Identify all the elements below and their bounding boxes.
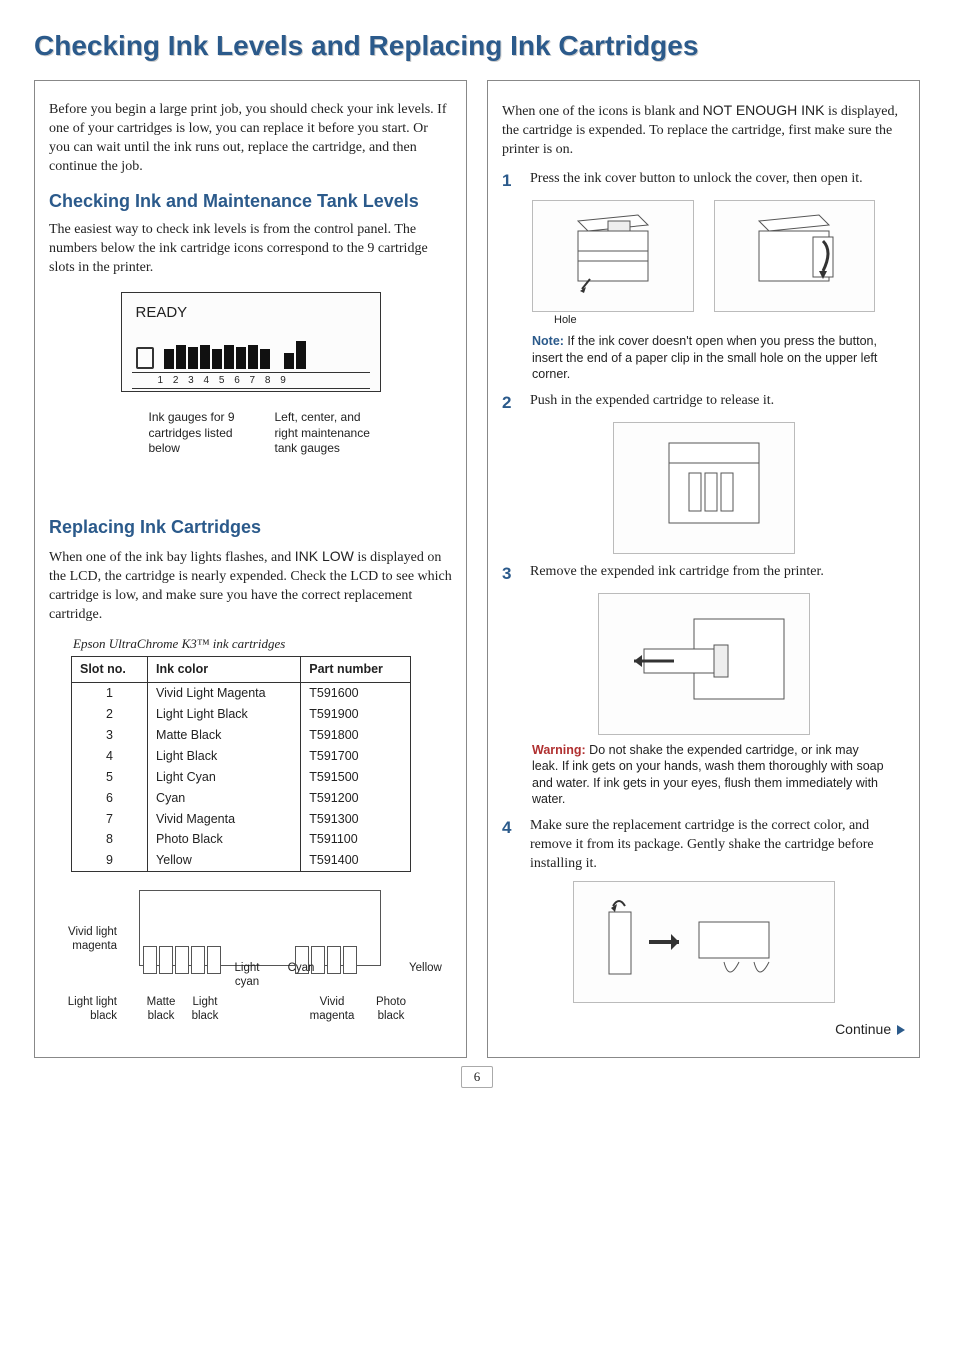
- label-c: Cyan: [281, 962, 321, 976]
- step-1-number: 1: [502, 170, 520, 193]
- label-y: Yellow: [409, 962, 453, 976]
- continue-link[interactable]: Continue: [502, 1020, 905, 1039]
- table-row: 5Light CyanT591500: [72, 767, 411, 788]
- lcd-caption-left: Ink gauges for 9 cartridges listed below: [149, 410, 255, 457]
- step-2-number: 2: [502, 392, 520, 415]
- step-1-illustration: [532, 201, 875, 311]
- label-lb: Light black: [185, 996, 225, 1024]
- printer-open-icon: [739, 211, 849, 301]
- page-title: Checking Ink Levels and Replacing Ink Ca…: [34, 30, 920, 62]
- step-2-illustration: [532, 423, 875, 553]
- hole-label: Hole: [554, 313, 905, 328]
- table-row: 4Light BlackT591700: [72, 746, 411, 767]
- step-4-illustration: [532, 882, 875, 1002]
- label-pb: Photo black: [369, 996, 413, 1024]
- right-intro: When one of the icons is blank and NOT E…: [502, 101, 905, 160]
- left-column: Before you begin a large print job, you …: [34, 80, 467, 1058]
- card-icon: [136, 347, 154, 369]
- replacing-intro: When one of the ink bay lights flashes, …: [49, 547, 452, 625]
- table-row: 7Vivid MagentaT591300: [72, 809, 411, 830]
- cartridge-table: Slot no. Ink color Part number 1Vivid Li…: [71, 656, 411, 872]
- table-row: 3Matte BlackT591800: [72, 725, 411, 746]
- heading-replacing: Replacing Ink Cartridges: [49, 515, 452, 539]
- lcd-ready: READY: [132, 303, 370, 323]
- page-number: 6: [34, 1066, 920, 1088]
- step-3-text: Remove the expended ink cartridge from t…: [530, 563, 905, 586]
- step-1-text: Press the ink cover button to unlock the…: [530, 170, 905, 193]
- label-llb: Light light black: [55, 996, 117, 1024]
- label-vlm: Vivid light magenta: [55, 926, 117, 954]
- lcd-slot-numbers: 1 2 3 4 5 6 7 8 9: [132, 372, 370, 390]
- table-row: 1Vivid Light MagentaT591600: [72, 683, 411, 704]
- warning-label: Warning:: [532, 743, 586, 757]
- warning-block: Warning: Do not shake the expended cartr…: [532, 742, 885, 807]
- heading-checking: Checking Ink and Maintenance Tank Levels: [49, 189, 452, 213]
- th-part: Part number: [301, 657, 411, 683]
- lcd-panel: READY: [121, 292, 381, 458]
- printer-closed-icon: [558, 211, 668, 301]
- checking-text: The easiest way to check ink levels is f…: [49, 221, 452, 278]
- continue-arrow-icon: [897, 1025, 905, 1035]
- ink-bars: [164, 341, 306, 369]
- table-row: 9YellowT591400: [72, 850, 411, 871]
- intro-text: Before you begin a large print job, you …: [49, 101, 452, 177]
- step-2-text: Push in the expended cartridge to releas…: [530, 392, 905, 415]
- shake-cartridge-icon: [589, 892, 819, 992]
- label-mb: Matte black: [141, 996, 181, 1024]
- step-4-number: 4: [502, 817, 520, 874]
- right-column: When one of the icons is blank and NOT E…: [487, 80, 920, 1058]
- push-cartridge-icon: [629, 433, 779, 543]
- note-label: Note:: [532, 334, 564, 348]
- step-3-number: 3: [502, 563, 520, 586]
- remove-cartridge-icon: [614, 609, 794, 719]
- th-color: Ink color: [148, 657, 301, 683]
- printer-diagram: Vivid light magenta Light light black Ma…: [49, 886, 452, 1036]
- lcd-caption-right: Left, center, and right maintenance tank…: [275, 410, 381, 457]
- table-row: 8Photo BlackT591100: [72, 829, 411, 850]
- note-block: Note: If the ink cover doesn't open when…: [532, 333, 885, 382]
- table-row: 6CyanT591200: [72, 788, 411, 809]
- table-row: 2Light Light BlackT591900: [72, 704, 411, 725]
- th-slot: Slot no.: [72, 657, 148, 683]
- step-3-illustration: [532, 594, 875, 734]
- label-vm: Vivid magenta: [305, 996, 359, 1024]
- label-lc: Light cyan: [227, 962, 267, 990]
- table-caption: Epson UltraChrome K3™ ink cartridges: [73, 635, 452, 653]
- step-4-text: Make sure the replacement cartridge is t…: [530, 817, 905, 874]
